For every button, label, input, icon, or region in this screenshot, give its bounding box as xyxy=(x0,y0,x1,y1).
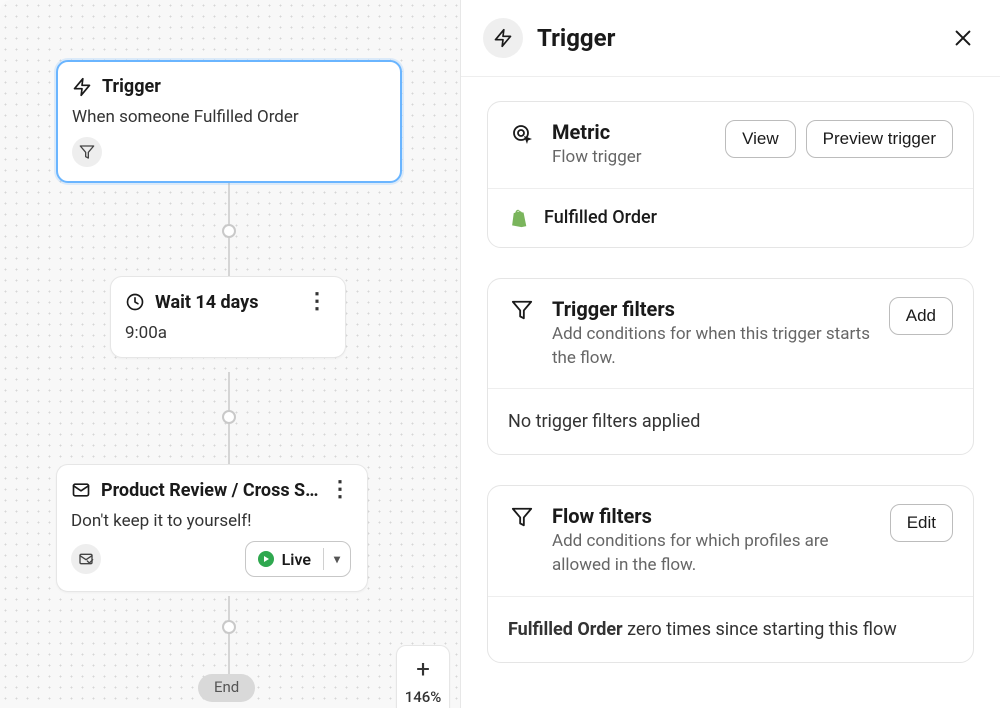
panel-header: Trigger xyxy=(461,0,1000,77)
trigger-filters-card: Trigger filters Add conditions for when … xyxy=(487,278,974,456)
add-trigger-filter-button[interactable]: Add xyxy=(889,297,953,335)
section-subtitle: Add conditions for which profiles are al… xyxy=(552,530,874,578)
trigger-filters-empty: No trigger filters applied xyxy=(508,411,700,432)
campaign-icon xyxy=(71,544,101,574)
node-trigger[interactable]: Trigger When someone Fulfilled Order xyxy=(56,60,402,183)
lightning-icon xyxy=(72,77,92,97)
shopify-icon xyxy=(508,207,530,229)
clock-icon xyxy=(125,292,145,312)
connector-joint[interactable] xyxy=(222,410,236,424)
node-body: Don't keep it to yourself! xyxy=(71,511,351,531)
node-title: Product Review / Cross Sell:... xyxy=(101,480,319,501)
node-menu-button[interactable]: ⋮ xyxy=(329,479,351,501)
chevron-down-icon: ▾ xyxy=(334,552,340,566)
node-body: When someone Fulfilled Order xyxy=(72,107,384,127)
section-subtitle: Add conditions for when this trigger sta… xyxy=(552,323,873,371)
metric-title: Metric xyxy=(552,120,709,144)
node-title: Trigger xyxy=(102,76,161,97)
filter-chip-icon xyxy=(72,137,102,167)
filter-icon xyxy=(508,504,536,528)
flow-filters-card: Flow filters Add conditions for which pr… xyxy=(487,485,974,663)
connector-joint[interactable] xyxy=(222,620,236,634)
lightning-icon xyxy=(483,18,523,58)
zoom-in-button[interactable]: + xyxy=(397,652,449,686)
status-label: Live xyxy=(282,550,311,569)
metric-subtitle: Flow trigger xyxy=(552,146,709,170)
section-title: Trigger filters xyxy=(552,297,873,321)
metric-event-name: Fulfilled Order xyxy=(544,207,657,228)
wait-time: 9:00a xyxy=(125,323,329,343)
flow-filter-strong: Fulfilled Order xyxy=(508,619,623,640)
flow-filter-applied: Fulfilled Order zero times since startin… xyxy=(508,619,897,640)
status-dropdown[interactable]: Live ▾ xyxy=(245,541,351,577)
details-panel: Trigger Metric Flow trigger xyxy=(460,0,1000,708)
node-menu-button[interactable]: ⋮ xyxy=(305,291,329,313)
flow-filter-rest: zero times since starting this flow xyxy=(623,619,897,640)
zoom-control: + 146% − xyxy=(396,645,450,708)
close-button[interactable] xyxy=(952,27,974,49)
zoom-level: 146% xyxy=(405,686,442,708)
cursor-metric-icon xyxy=(508,120,536,146)
connector-joint[interactable] xyxy=(222,224,236,238)
metric-card: Metric Flow trigger View Preview trigger… xyxy=(487,101,974,248)
mail-icon xyxy=(71,480,91,500)
node-title: Wait 14 days xyxy=(155,292,259,313)
section-title: Flow filters xyxy=(552,504,874,528)
flow-canvas[interactable]: Trigger When someone Fulfilled Order Wai… xyxy=(0,0,460,708)
end-pill: End xyxy=(198,674,255,702)
node-email[interactable]: Product Review / Cross Sell:... ⋮ Don't … xyxy=(56,464,368,592)
node-wait[interactable]: Wait 14 days ⋮ 9:00a xyxy=(110,276,346,358)
metric-event-row[interactable]: Fulfilled Order xyxy=(488,188,973,247)
filter-icon xyxy=(508,297,536,321)
edit-flow-filter-button[interactable]: Edit xyxy=(890,504,953,542)
preview-trigger-button[interactable]: Preview trigger xyxy=(806,120,953,158)
panel-title: Trigger xyxy=(537,24,615,52)
play-icon xyxy=(258,551,274,567)
view-button[interactable]: View xyxy=(725,120,796,158)
